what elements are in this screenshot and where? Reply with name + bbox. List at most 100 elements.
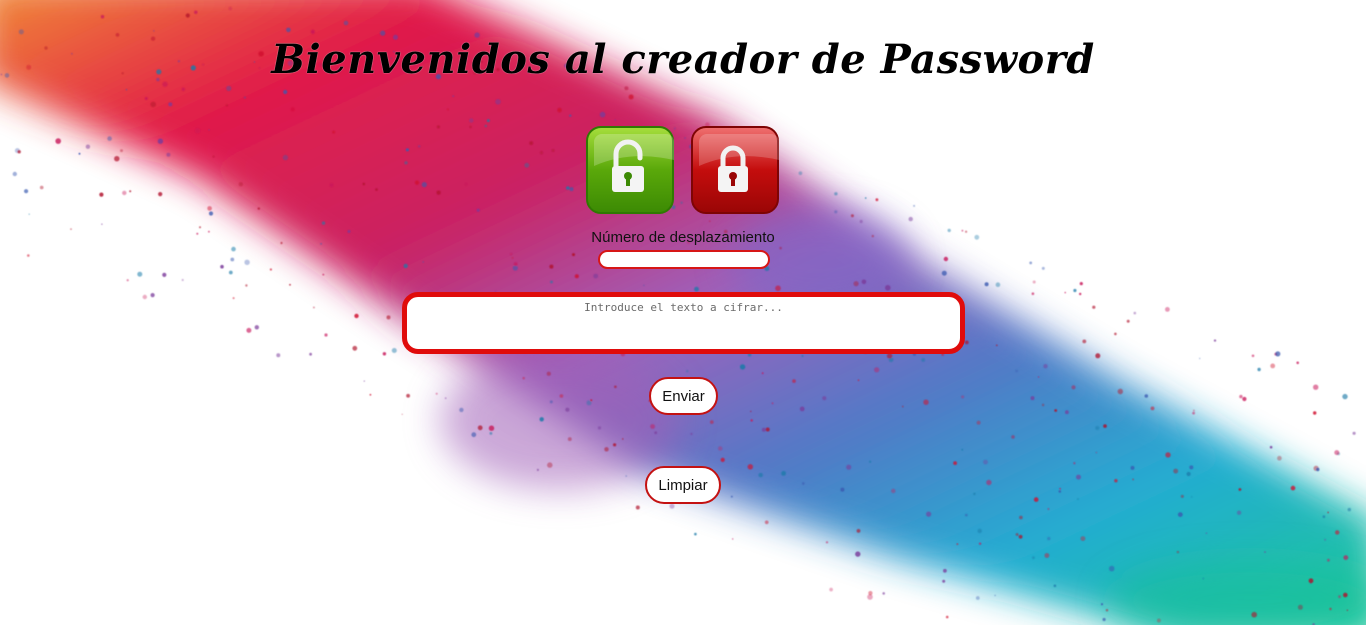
paint-speckle (509, 252, 513, 256)
paint-speckle (1053, 584, 1057, 588)
paint-speckle (1018, 534, 1023, 539)
paint-speckle (942, 579, 946, 583)
paint-speckle (181, 278, 184, 282)
paint-speckle (891, 488, 896, 494)
paint-speckle (126, 279, 129, 282)
paint-speckle (961, 229, 964, 232)
paint-speckle (1338, 595, 1341, 599)
paint-speckle (590, 399, 593, 402)
paint-speckle (230, 257, 235, 262)
send-button[interactable]: Enviar (649, 377, 718, 415)
paint-speckle (1343, 592, 1348, 598)
paint-speckle (1165, 307, 1170, 312)
paint-speckle (1047, 508, 1050, 510)
paint-speckle (750, 410, 752, 413)
paint-speckle (1095, 426, 1100, 430)
paint-speckle (1032, 556, 1035, 560)
paint-speckle (599, 111, 606, 118)
paint-speckle (686, 370, 689, 373)
paint-speckle (386, 315, 391, 320)
paint-speckle (965, 230, 968, 233)
paint-speckle (1324, 538, 1327, 541)
clear-button[interactable]: Limpiar (645, 466, 721, 504)
paint-speckle (546, 371, 551, 376)
paint-speckle (574, 274, 579, 279)
paint-speckle (1264, 551, 1266, 553)
paint-speckle (1144, 394, 1149, 398)
paint-speckle (961, 395, 965, 399)
paint-speckle (469, 118, 474, 123)
paint-speckle (779, 246, 782, 250)
paint-speckle (1199, 357, 1201, 360)
paint-speckle (747, 464, 753, 470)
paint-speckle (943, 256, 949, 262)
paint-speckle (996, 344, 998, 347)
paint-speckle (1186, 471, 1191, 477)
paint-speckle (363, 380, 365, 382)
paint-speckle (1352, 431, 1356, 435)
paint-speckle (78, 152, 81, 155)
paint-speckle (913, 204, 916, 207)
paint-speckle (452, 95, 455, 97)
paint-speckle (484, 124, 488, 128)
paint-speckle (324, 333, 328, 337)
paint-speckle (694, 286, 699, 292)
paint-speckle (282, 154, 289, 161)
page: Bienvenidos al creador de Password Númer… (0, 0, 1366, 625)
paint-speckle (690, 432, 693, 436)
paint-speckle (166, 152, 171, 157)
paint-speckle (469, 125, 472, 129)
paint-speckle (953, 461, 957, 465)
paint-speckle (764, 520, 769, 525)
paint-speckle (853, 281, 859, 287)
paint-speckle (771, 402, 774, 405)
paint-speckle (24, 189, 29, 194)
paint-speckle (1242, 396, 1247, 402)
paint-speckle (781, 471, 786, 476)
paint-speckle (1065, 410, 1069, 415)
paint-speckle (257, 207, 260, 210)
paint-speckle (856, 529, 861, 533)
paint-speckle (27, 254, 30, 257)
text-to-encrypt-input[interactable] (402, 292, 965, 354)
paint-speckle (550, 280, 553, 284)
paint-speckle (70, 228, 72, 231)
paint-speckle (1327, 558, 1330, 562)
paint-speckle (436, 125, 440, 129)
paint-speckle (1202, 577, 1205, 580)
paint-speckle (565, 407, 570, 412)
paint-speckle (1296, 361, 1299, 365)
paint-speckle (312, 306, 315, 309)
paint-speckle (114, 156, 120, 162)
paint-speckle (643, 284, 645, 286)
paint-speckle (343, 20, 349, 26)
paint-speckle (635, 505, 640, 510)
paint-speckle (1334, 450, 1340, 456)
paint-speckle (614, 119, 616, 121)
paint-speckle (1114, 332, 1117, 336)
paint-speckle (1180, 494, 1184, 498)
paint-speckle (471, 432, 477, 438)
encrypt-button[interactable] (586, 126, 674, 214)
paint-speckle (625, 475, 627, 477)
paint-speckle (1108, 565, 1115, 572)
decrypt-button[interactable] (691, 126, 779, 214)
paint-speckle (28, 213, 30, 215)
paint-speckle (185, 13, 190, 18)
paint-speckle (875, 198, 879, 202)
paint-speckle (995, 282, 1001, 288)
paint-speckle (994, 594, 996, 597)
paint-speckle (322, 273, 325, 276)
paint-speckle (834, 210, 838, 214)
paint-speckle (765, 427, 770, 432)
paint-speckle (974, 234, 980, 240)
paint-speckle (567, 437, 572, 441)
paint-speckle (861, 279, 867, 285)
paint-speckle (228, 6, 233, 11)
shift-number-input[interactable] (598, 250, 770, 269)
paint-speckle (208, 129, 210, 131)
paint-speckle (220, 264, 224, 269)
paint-speckle (822, 396, 827, 401)
paint-speckle (414, 180, 420, 185)
paint-speckle (941, 270, 947, 276)
